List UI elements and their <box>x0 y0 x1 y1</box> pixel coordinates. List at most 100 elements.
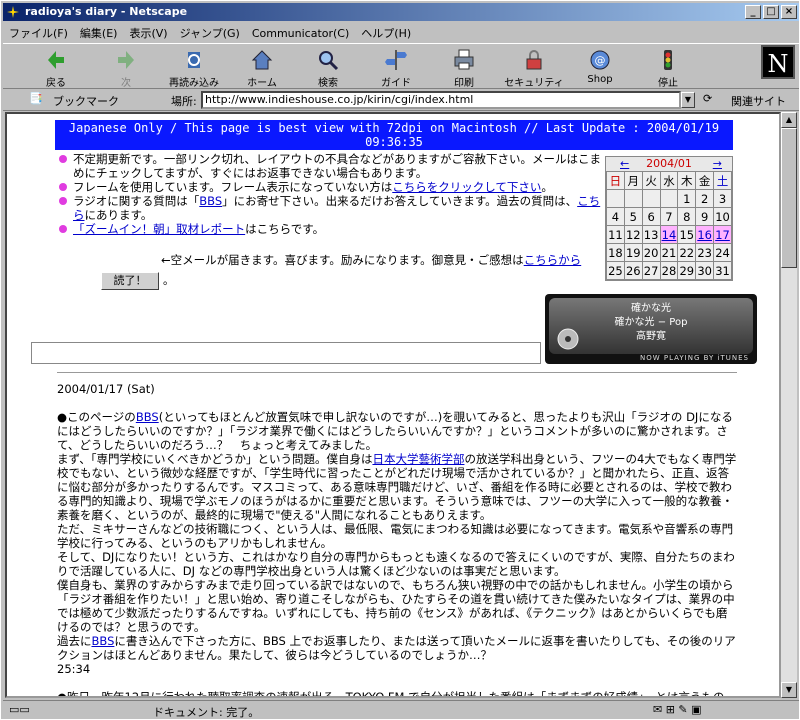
weekday-mon: 月 <box>623 171 643 190</box>
calendar-day: 5 <box>623 207 643 226</box>
calendar-day: 7 <box>659 207 679 226</box>
bbs-link[interactable]: BBS <box>92 634 115 648</box>
calendar-day: 29 <box>677 261 697 280</box>
calendar-day: 11 <box>606 225 625 244</box>
print-button[interactable]: 印刷 <box>435 48 493 89</box>
navigation-toolbar: 戻る 次 再読み込み ホーム 検索 ガイド 印刷 セキュリティ @ Shop 停止 <box>3 43 799 89</box>
calendar-day: 12 <box>623 225 643 244</box>
text-input-box[interactable] <box>31 342 541 364</box>
bookmark-button[interactable]: ブックマーク <box>53 93 119 109</box>
calendar-prev-link[interactable]: ← <box>620 157 629 170</box>
feedback-link[interactable]: こちらから <box>524 253 582 267</box>
menu-bar: ファイル(F) 編集(E) 表示(V) ジャンプ(G) Communicator(C) ヘ… <box>3 22 799 41</box>
page-banner: Japanese Only / This page is best view w… <box>55 120 733 150</box>
calendar-day: 10 <box>713 207 732 226</box>
calendar-day: 28 <box>659 261 679 280</box>
diary-entry: 2004/01/17 (Sat) ●このページのBBS(といってもほとんど放置気… <box>57 382 737 698</box>
forward-arrow-icon <box>118 51 134 69</box>
itunes-song: 確かな光 <box>631 303 671 314</box>
notice-item: ラジオに関する質問は「BBS」にお寄せ下さい。出来るだけお答えしていきます。過去… <box>57 194 603 222</box>
close-button[interactable]: × <box>781 5 797 19</box>
entry-paragraph: ●昨日、昨年12月に行われた聴取率調査の速報が出る。TOKYO FM で自分が担… <box>57 690 725 698</box>
menu-view[interactable]: 表示(V) <box>123 22 173 44</box>
weekday-sat: 土 <box>713 171 732 190</box>
security-button[interactable]: セキュリティ <box>503 48 565 89</box>
entry-date: 2004/01/17 (Sat) <box>57 382 155 396</box>
home-button[interactable]: ホーム <box>233 48 291 89</box>
menu-go[interactable]: ジャンプ(G) <box>174 22 246 44</box>
menu-file[interactable]: ファイル(F) <box>3 22 74 44</box>
bbs-link[interactable]: BBS <box>136 410 159 424</box>
zoomin-report-link[interactable]: 「ズームイン！朝」取材レポート <box>73 222 245 236</box>
calendar-day <box>623 189 643 208</box>
guide-button[interactable]: ガイド <box>367 48 425 89</box>
calendar: ← 2004/01 → 日月火水木金土 123 4 5 6 7 8 9 10 11 12 13 1… <box>605 156 733 281</box>
window-title: radioya's diary - Netscape <box>25 5 188 18</box>
shop-button[interactable]: @ Shop <box>571 48 629 88</box>
menu-help[interactable]: ヘルプ(H) <box>355 22 417 44</box>
forward-button[interactable]: 次 <box>97 48 155 89</box>
component-bar-icons[interactable]: ✉ ⊞ ✎ ▣ <box>653 703 702 716</box>
frame-link[interactable]: こちらをクリックして下さい <box>392 180 541 194</box>
bbs-link[interactable]: BBS <box>199 194 222 208</box>
nichidai-link[interactable]: 日本大学藝術学部 <box>372 452 464 466</box>
calendar-day: 15 <box>677 225 697 244</box>
connection-icon: ▭▭ <box>9 703 30 716</box>
calendar-day: 13 <box>641 225 661 244</box>
calendar-day: 19 <box>623 243 643 262</box>
notice-item: 不定期更新です。一部リンク切れ、レイアウトの不具合などがありますがご容赦下さい。… <box>57 152 603 180</box>
page-viewport: Japanese Only / This page is best view w… <box>5 112 781 698</box>
back-button[interactable]: 戻る <box>27 48 85 89</box>
read-button[interactable]: 読了！ <box>101 272 159 290</box>
url-dropdown-button[interactable]: ▼ <box>681 92 695 108</box>
related-sites-button[interactable]: 関連サイト <box>731 93 786 109</box>
scroll-down-button[interactable]: ▼ <box>781 682 797 698</box>
calendar-day: 2 <box>695 189 715 208</box>
calendar-day: 27 <box>641 261 661 280</box>
read-suffix: 。 <box>163 274 174 287</box>
stop-button[interactable]: 停止 <box>639 48 697 89</box>
calendar-day: 25 <box>606 261 625 280</box>
calendar-day <box>606 189 625 208</box>
browser-window: radioya's diary - Netscape _ □ × ファイル(F)… <box>0 0 800 720</box>
minimize-button[interactable]: _ <box>745 5 761 19</box>
lock-icon <box>526 50 542 70</box>
calendar-day: 8 <box>677 207 697 226</box>
itunes-widget: 確かな光 確かな光 − Pop 高野寛 NOW PLAYING BY iTUNE… <box>545 294 757 364</box>
menu-edit[interactable]: 編集(E) <box>74 22 124 44</box>
shop-icon: @ <box>590 50 610 70</box>
calendar-day: 3 <box>713 189 732 208</box>
netscape-logo[interactable]: N <box>761 45 795 79</box>
back-arrow-icon <box>48 51 64 69</box>
search-icon <box>319 51 339 71</box>
netscape-icon <box>6 5 20 19</box>
calendar-day: 22 <box>677 243 697 262</box>
related-icon: ⟳ <box>703 92 713 105</box>
calendar-next-link[interactable]: → <box>713 157 722 170</box>
bookmark-icon[interactable]: 📑 <box>29 92 43 105</box>
scroll-thumb[interactable] <box>781 128 797 268</box>
calendar-day: 21 <box>659 243 679 262</box>
url-field[interactable]: http://www.indieshouse.co.jp/kirin/cgi/i… <box>201 91 681 109</box>
calendar-day: 4 <box>606 207 625 226</box>
search-button[interactable]: 検索 <box>299 48 357 89</box>
notice-list: 不定期更新です。一部リンク切れ、レイアウトの不具合などがありますがご容赦下さい。… <box>57 152 603 236</box>
menu-communicator[interactable]: Communicator(C) <box>246 24 355 43</box>
calendar-day: 18 <box>606 243 625 262</box>
calendar-day: 23 <box>695 243 715 262</box>
calendar-day <box>659 189 679 208</box>
notice-item: フレームを使用しています。フレーム表示になっていない方はこちらをクリックして下さ… <box>57 180 603 194</box>
calendar-day-linked[interactable]: 14 <box>659 225 679 244</box>
reload-button[interactable]: 再読み込み <box>161 48 227 89</box>
maximize-button[interactable]: □ <box>763 5 779 19</box>
vertical-scrollbar[interactable]: ▲ ▼ <box>781 112 797 698</box>
scroll-up-button[interactable]: ▲ <box>781 112 797 128</box>
calendar-day: 30 <box>695 261 715 280</box>
status-text: ドキュメント: 完了。 <box>153 706 260 719</box>
title-bar: radioya's diary - Netscape _ □ × <box>3 3 799 21</box>
calendar-day-linked[interactable]: 17 <box>713 225 732 244</box>
calendar-day <box>641 189 661 208</box>
calendar-day-linked[interactable]: 16 <box>695 225 715 244</box>
calendar-grid: 日月火水木金土 123 4 5 6 7 8 9 10 11 12 13 14 15 16 17 18 19… <box>606 171 732 280</box>
calendar-day: 9 <box>695 207 715 226</box>
